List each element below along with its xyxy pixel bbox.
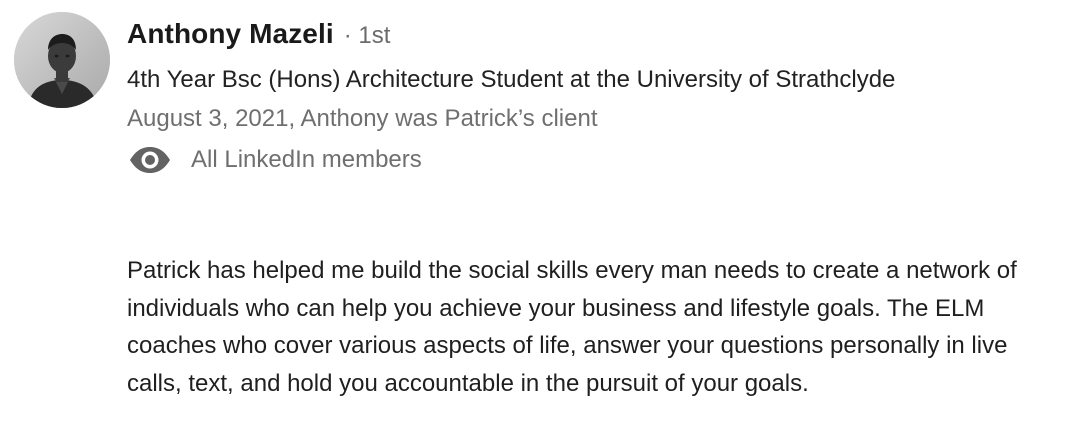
recommendation-text: Patrick has helped me build the social s… [127, 257, 1017, 397]
visibility-label: All LinkedIn members [191, 146, 422, 173]
eye-icon [130, 147, 170, 173]
profile-photo [14, 12, 110, 108]
recommender-name[interactable]: Anthony Mazeli [127, 18, 334, 50]
visibility-row: All LinkedIn members [127, 141, 1027, 179]
recommender-headline: 4th Year Bsc (Hons) Architecture Student… [127, 66, 896, 93]
name-row: Anthony Mazeli · 1st [127, 18, 1027, 58]
recommender-info: Anthony Mazeli · 1st 4th Year Bsc (Hons)… [127, 18, 1027, 179]
recommendation-card: Anthony Mazeli · 1st 4th Year Bsc (Hons)… [0, 0, 1074, 448]
relationship-date: August 3, 2021, Anthony was Patrick’s cl… [127, 105, 598, 132]
connection-degree: · 1st [343, 22, 391, 49]
avatar[interactable] [14, 12, 110, 108]
